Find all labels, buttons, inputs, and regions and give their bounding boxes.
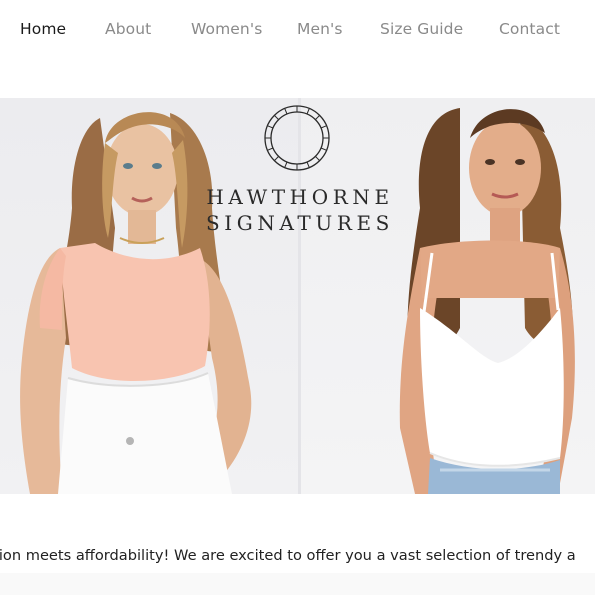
brand-name-line-1: HAWTHORNE <box>206 185 394 209</box>
circular-window-emblem-icon <box>264 105 330 171</box>
announcement-marquee: shion meets affordability! We are excite… <box>0 545 595 569</box>
nav-size-guide-link[interactable]: Size Guide <box>380 20 463 38</box>
page: Home About Women's Men's Size Guide Cont… <box>0 0 595 595</box>
brand-name-line-2: SIGNATURES <box>206 211 394 235</box>
footer-band <box>0 573 595 595</box>
nav-about-link[interactable]: About <box>105 20 151 38</box>
nav-home-link[interactable]: Home <box>20 20 66 38</box>
hero-banner: HAWTHORNE SIGNATURES <box>0 98 595 494</box>
nav-mens-link[interactable]: Men's <box>297 20 343 38</box>
nav-contact-link[interactable]: Contact <box>499 20 560 38</box>
nav-womens-link[interactable]: Women's <box>191 20 262 38</box>
marquee-text: shion meets affordability! We are excite… <box>0 547 576 564</box>
brand-logo[interactable]: HAWTHORNE SIGNATURES <box>195 98 405 248</box>
main-nav: Home About Women's Men's Size Guide Cont… <box>0 0 595 60</box>
